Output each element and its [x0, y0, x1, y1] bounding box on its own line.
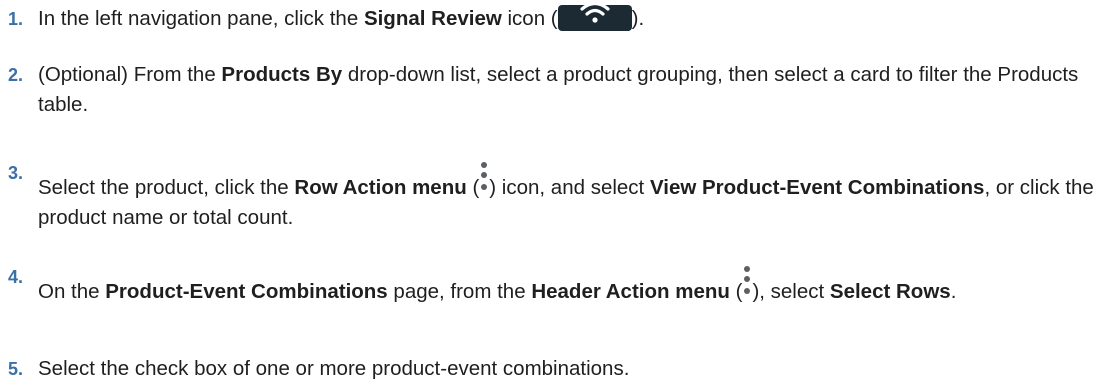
bold-term: Product-Event Combinations	[105, 280, 388, 303]
step-number: 4.	[8, 267, 24, 287]
bold-term: Row Action menu	[294, 176, 467, 199]
text-run: .	[950, 280, 957, 303]
step-1: 1. In the left navigation pane, click th…	[8, 4, 1104, 34]
instruction-steps: 1. In the left navigation pane, click th…	[0, 0, 1110, 387]
text-run: Select the check box of one or more prod…	[38, 357, 630, 380]
bold-term: Select Rows	[829, 280, 951, 303]
text-run: ) icon, and select	[489, 176, 650, 199]
step-text: Select the check box of one or more prod…	[38, 354, 1104, 384]
text-run: (	[729, 280, 743, 303]
bold-term: View Product-Event Combinations	[649, 176, 985, 199]
text-run: (Optional) From the	[38, 63, 222, 86]
step-number: 3.	[8, 163, 24, 183]
step-2: 2. (Optional) From the Products By drop-…	[8, 60, 1104, 120]
text-run: Select the product, click the	[38, 176, 295, 199]
wifi-signal-icon	[557, 5, 632, 31]
step-number: 2.	[8, 65, 24, 85]
text-run: On the	[38, 280, 106, 303]
text-run: icon (	[501, 7, 558, 30]
bold-term: Header Action menu	[531, 280, 730, 303]
bold-term: Signal Review	[363, 7, 502, 30]
step-text: In the left navigation pane, click the S…	[38, 4, 1104, 34]
bold-term: Products By	[221, 63, 343, 86]
step-number: 1.	[8, 9, 24, 29]
text-run: ), select	[752, 280, 830, 303]
step-text: On the Product-Event Combinations page, …	[38, 262, 1104, 307]
text-run: ).	[631, 7, 645, 30]
step-4: 4. On the Product-Event Combinations pag…	[8, 262, 1104, 307]
kebab-menu-icon	[742, 262, 752, 302]
step-3: 3. Select the product, click the Row Act…	[8, 158, 1104, 233]
text-run: (	[466, 176, 480, 199]
step-5: 5. Select the check box of one or more p…	[8, 354, 1104, 384]
text-run: In the left navigation pane, click the	[38, 7, 364, 30]
step-number: 5.	[8, 359, 24, 379]
kebab-menu-icon	[479, 158, 489, 198]
step-text: (Optional) From the Products By drop-dow…	[38, 60, 1104, 120]
step-text: Select the product, click the Row Action…	[38, 158, 1104, 233]
text-run: page, from the	[387, 280, 532, 303]
